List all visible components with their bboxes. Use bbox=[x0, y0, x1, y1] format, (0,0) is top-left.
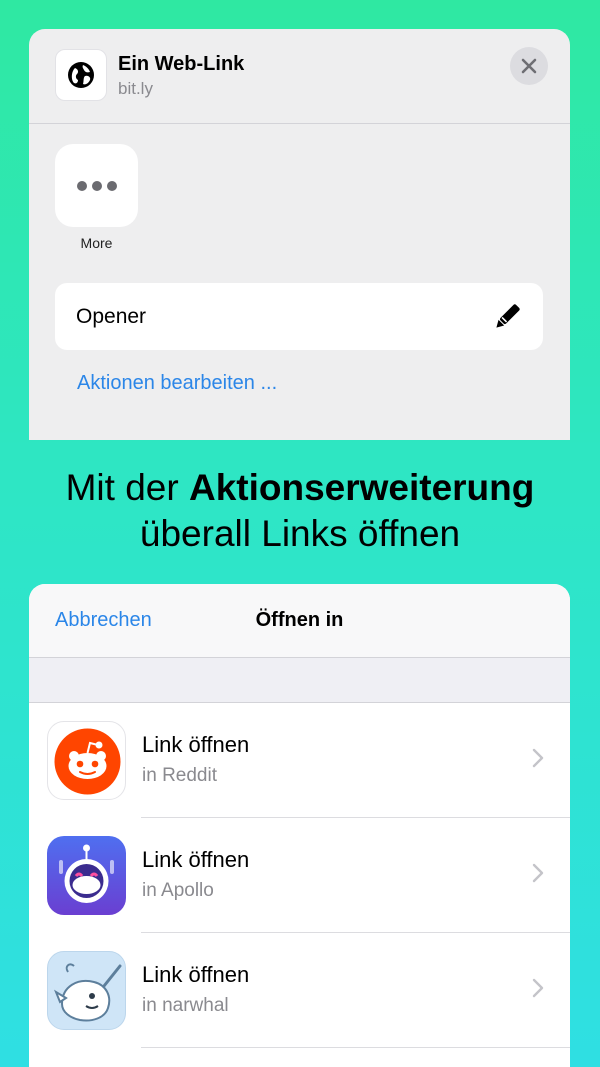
link-title: Ein Web-Link bbox=[118, 53, 245, 75]
row-title: Link öffnen bbox=[142, 962, 250, 987]
more-dot bbox=[106, 180, 117, 191]
share-sheet: Ein Web-Link bit.ly More Opener Aktionen… bbox=[29, 29, 570, 440]
promo-headline: Mit der Aktionserweiterung überall Links… bbox=[0, 465, 600, 557]
row-title: Link öffnen bbox=[142, 732, 250, 757]
close-icon bbox=[521, 58, 537, 74]
chevron-right-icon bbox=[532, 863, 544, 883]
more-dot bbox=[91, 180, 102, 191]
headline-bold: Aktionserweiterung bbox=[188, 467, 535, 508]
more-dots-icon bbox=[76, 180, 87, 191]
open-in-reddit-row[interactable]: Link öffnen in Reddit bbox=[29, 703, 570, 818]
globe-icon bbox=[68, 62, 94, 88]
headline-line-1: Mit der Aktionserweiterung bbox=[0, 465, 600, 511]
row-divider bbox=[141, 1047, 570, 1048]
more-button[interactable] bbox=[55, 144, 138, 227]
row-title: Link öffnen bbox=[142, 847, 250, 872]
open-in-narwhal-row[interactable]: Link öffnen in narwhal bbox=[29, 933, 570, 1048]
chevron-right-icon bbox=[532, 978, 544, 998]
share-sheet-header: Ein Web-Link bit.ly bbox=[29, 29, 570, 124]
open-in-apollo-row[interactable]: Link öffnen in Apollo bbox=[29, 818, 570, 933]
link-thumbnail bbox=[55, 49, 107, 101]
open-in-title: Öffnen in bbox=[255, 609, 344, 631]
row-subtitle: in Apollo bbox=[142, 880, 214, 901]
pencil-icon bbox=[496, 303, 520, 328]
action-label: Opener bbox=[76, 304, 147, 328]
narwhal-icon bbox=[47, 951, 126, 1030]
action-opener[interactable]: Opener bbox=[55, 283, 543, 350]
section-spacer bbox=[29, 658, 570, 703]
open-in-navbar: Abbrechen Öffnen in bbox=[29, 584, 570, 658]
close-button[interactable] bbox=[510, 47, 548, 85]
headline-prefix: Mit der bbox=[65, 467, 189, 508]
apollo-icon bbox=[47, 836, 126, 915]
reddit-icon bbox=[47, 721, 126, 800]
link-host: bit.ly bbox=[118, 79, 153, 98]
more-label: More bbox=[80, 235, 113, 251]
headline-line-2: überall Links öffnen bbox=[139, 513, 461, 554]
open-in-sheet: Abbrechen Öffnen in Link öffnen in Reddi… bbox=[29, 584, 570, 1067]
row-subtitle: in narwhal bbox=[142, 995, 229, 1016]
edit-actions-link[interactable]: Aktionen bearbeiten ... bbox=[77, 372, 277, 395]
chevron-right-icon bbox=[532, 748, 544, 768]
row-subtitle: in Reddit bbox=[142, 765, 217, 786]
